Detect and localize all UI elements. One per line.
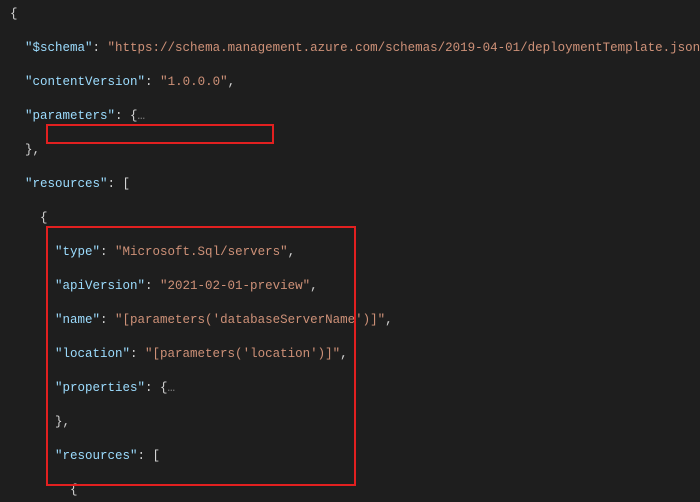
val-location: "[parameters('location')]" bbox=[145, 347, 340, 361]
code-editor: { "$schema": "https://schema.management.… bbox=[0, 0, 700, 502]
highlight-box-type bbox=[46, 124, 274, 144]
key-type: "type" bbox=[55, 245, 100, 259]
fold-ellipsis[interactable]: … bbox=[168, 381, 176, 395]
val-type: "Microsoft.Sql/servers" bbox=[115, 245, 288, 259]
key-contentversion: "contentVersion" bbox=[25, 75, 145, 89]
fold-ellipsis[interactable]: … bbox=[138, 109, 146, 123]
key-apiversion: "apiVersion" bbox=[55, 279, 145, 293]
key-location: "location" bbox=[55, 347, 130, 361]
key-nested-resources: "resources" bbox=[55, 449, 138, 463]
key-name: "name" bbox=[55, 313, 100, 327]
key-parameters: "parameters" bbox=[25, 109, 115, 123]
key-properties: "properties" bbox=[55, 381, 145, 395]
val-name: "[parameters('databaseServerName')]" bbox=[115, 313, 385, 327]
key-resources: "resources" bbox=[25, 177, 108, 191]
val-contentversion: "1.0.0.0" bbox=[160, 75, 228, 89]
key-schema: "$schema" bbox=[25, 41, 93, 55]
val-apiversion: "2021-02-01-preview" bbox=[160, 279, 310, 293]
val-schema: "https://schema.management.azure.com/sch… bbox=[108, 41, 700, 55]
